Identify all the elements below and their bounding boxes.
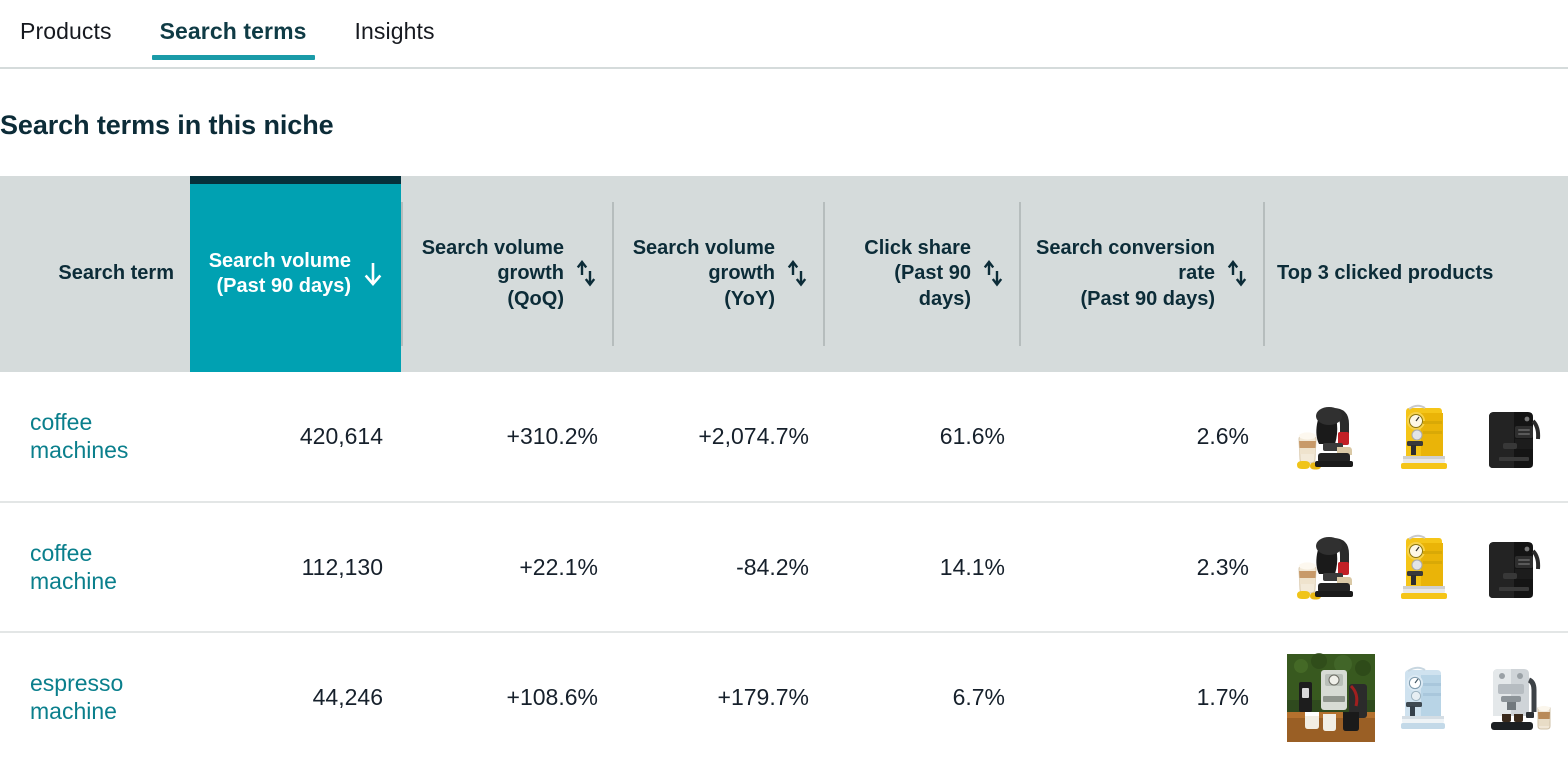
sort-descending-icon[interactable] [361,259,385,289]
cell-search-term: espresso machine [0,631,190,762]
cell-search-volume: 420,614 [190,372,401,502]
column-header-search-volume-growth-yoy[interactable]: Search volume growth (YoY) [612,176,823,372]
search-terms-table-container: Search term Search volume (Past 90 days) [0,176,1568,762]
cell-search-volume-growth-qoq: +108.6% [401,631,612,762]
column-header-top-3-clicked-products: Top 3 clicked products [1263,176,1568,372]
cell-search-conversion-rate: 2.3% [1019,501,1263,632]
cell-click-share: 6.7% [823,631,1019,762]
cell-search-volume: 44,246 [190,631,401,762]
column-header-search-volume-growth-qoq-label: Search volume growth (QoQ) [421,237,564,310]
column-header-search-term: Search term [0,176,190,372]
product-thumbnail-pale-blue-espresso-machine[interactable] [1377,651,1469,744]
column-header-search-volume[interactable]: Search volume (Past 90 days) [190,176,401,372]
product-thumbnail-yellow-espresso-machine[interactable] [1377,390,1469,483]
cell-search-volume-growth-yoy: -84.2% [612,501,823,632]
tab-bar: Products Search terms Insights [0,0,1568,69]
column-header-top-3-clicked-products-label: Top 3 clicked products [1277,262,1494,285]
tab-products[interactable]: Products [0,0,136,61]
product-thumbnail-chrome-espresso-machine[interactable] [1469,651,1561,744]
tab-insights[interactable]: Insights [331,0,459,61]
sort-toggle-icon[interactable] [785,259,809,289]
cell-search-term: coffee machines [0,372,190,502]
tab-search-terms[interactable]: Search terms [136,0,331,61]
cell-click-share: 14.1% [823,501,1019,632]
product-thumbnail-outdoor-coffee-machine-set[interactable] [1285,652,1377,744]
product-thumbnail-black-pod-coffee-machine[interactable] [1285,390,1377,483]
table-row: coffee machines 420,614 +310.2% +2,074.7… [0,372,1568,502]
table-header: Search term Search volume (Past 90 days) [0,176,1568,372]
page-title: Search terms in this niche [0,110,334,140]
column-header-click-share-label: Click share (Past 90 days) [864,237,971,310]
sort-toggle-icon[interactable] [1225,259,1249,289]
cell-search-volume: 112,130 [190,501,401,632]
product-thumbnail-black-capsule-coffee-machine[interactable] [1469,390,1561,483]
column-header-search-conversion-rate[interactable]: Search conversion rate (Past 90 days) [1019,176,1263,372]
column-header-click-share[interactable]: Click share (Past 90 days) [823,176,1019,372]
search-term-link[interactable]: espresso machine [30,669,150,725]
cell-top-3-clicked-products [1263,631,1568,762]
column-header-search-term-label: Search term [58,262,174,285]
cell-search-conversion-rate: 2.6% [1019,372,1263,502]
cell-top-3-clicked-products [1263,501,1568,632]
cell-search-conversion-rate: 1.7% [1019,631,1263,762]
tab-search-terms-label: Search terms [159,18,307,44]
product-thumbnail-yellow-espresso-machine[interactable] [1377,521,1469,613]
product-thumbnail-black-pod-coffee-machine[interactable] [1285,521,1377,613]
search-terms-table: Search term Search volume (Past 90 days) [0,176,1568,762]
cell-search-volume-growth-qoq: +22.1% [401,501,612,632]
cell-search-term: coffee machine [0,501,190,632]
column-header-search-volume-label: Search volume (Past 90 days) [208,249,351,297]
product-thumbnail-black-capsule-coffee-machine[interactable] [1469,521,1561,613]
column-header-search-volume-growth-qoq[interactable]: Search volume growth (QoQ) [401,176,612,372]
cell-click-share: 61.6% [823,372,1019,502]
cell-search-volume-growth-yoy: +179.7% [612,631,823,762]
column-header-search-volume-growth-yoy-label: Search volume growth (YoY) [632,237,775,310]
table-row: espresso machine 44,246 +108.6% +179.7% … [0,631,1568,762]
table-header-row: Search term Search volume (Past 90 days) [0,176,1568,372]
sort-toggle-icon[interactable] [574,259,598,289]
sort-toggle-icon[interactable] [981,259,1005,289]
tab-insights-label: Insights [354,18,435,44]
cell-top-3-clicked-products [1263,372,1568,502]
tab-products-label: Products [20,18,112,44]
search-term-link[interactable]: coffee machine [30,539,150,595]
cell-search-volume-growth-qoq: +310.2% [401,372,612,502]
cell-search-volume-growth-yoy: +2,074.7% [612,372,823,502]
column-header-search-conversion-rate-label: Search conversion rate (Past 90 days) [1036,237,1215,310]
table-row: coffee machine 112,130 +22.1% -84.2% 14.… [0,501,1568,632]
search-term-link[interactable]: coffee machines [30,408,150,464]
table-body: coffee machines 420,614 +310.2% +2,074.7… [0,372,1568,762]
